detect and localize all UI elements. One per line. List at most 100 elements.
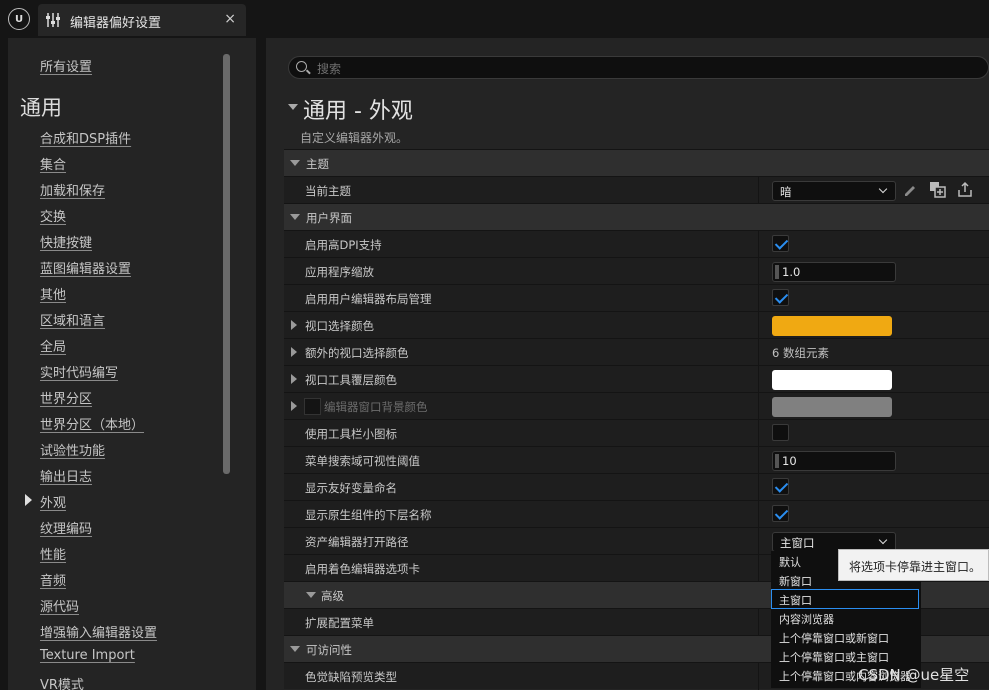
number-field[interactable]: 1.0 <box>772 262 896 282</box>
category-row[interactable]: 主题 <box>284 149 989 176</box>
export-icon[interactable] <box>956 181 974 199</box>
column-splitter[interactable] <box>758 339 759 366</box>
dropdown-option[interactable]: 默认 <box>779 554 801 570</box>
override-checkbox[interactable] <box>304 398 321 415</box>
number-value: 10 <box>782 454 797 468</box>
checkbox[interactable] <box>772 478 789 495</box>
sidebar-item[interactable]: 区域和语言 <box>40 310 105 329</box>
row-label: 启用用户编辑器布局管理 <box>305 292 432 306</box>
sidebar-item[interactable]: 蓝图编辑器设置 <box>40 258 131 277</box>
edit-pencil-icon[interactable] <box>902 183 920 201</box>
sidebar-item[interactable]: 加载和保存 <box>40 180 105 199</box>
row-label: 视口工具覆层颜色 <box>305 373 397 387</box>
sidebar-item[interactable]: 其他 <box>40 284 66 303</box>
color-swatch[interactable] <box>772 370 892 390</box>
sidebar-item[interactable]: 源代码 <box>40 596 79 615</box>
color-swatch[interactable] <box>772 316 892 336</box>
sidebar-item[interactable]: 性能 <box>40 544 66 563</box>
property-row[interactable]: 菜单搜索域可视性阈值 10 <box>284 446 989 474</box>
expand-icon[interactable] <box>291 320 297 330</box>
row-label: 当前主题 <box>305 184 351 198</box>
sidebar-item[interactable]: 全局 <box>40 336 66 355</box>
property-row[interactable]: 当前主题 暗 <box>284 176 989 204</box>
sidebar-item[interactable]: 输出日志 <box>40 466 92 485</box>
dropdown-option[interactable]: 上个停靠窗口或新窗口 <box>779 630 889 646</box>
sidebar-item[interactable]: 交换 <box>40 206 66 225</box>
checkbox[interactable] <box>772 289 789 306</box>
sidebar-item[interactable]: 外观 <box>40 492 66 511</box>
sidebar-item[interactable]: 世界分区 <box>40 388 92 407</box>
sidebar-item-all-settings[interactable]: 所有设置 <box>40 56 92 75</box>
property-row[interactable]: 启用高DPI支持 <box>284 230 989 258</box>
column-splitter[interactable] <box>758 258 759 285</box>
column-splitter[interactable] <box>758 501 759 528</box>
property-row[interactable]: 视口选择颜色 <box>284 311 989 339</box>
property-row[interactable]: 应用程序缩放 1.0 <box>284 257 989 285</box>
dropdown-option[interactable]: 主窗口 <box>779 592 812 608</box>
column-splitter[interactable] <box>758 447 759 474</box>
property-row[interactable]: 使用工具栏小图标 <box>284 419 989 447</box>
property-row[interactable]: 显示原生组件的下层名称 <box>284 500 989 528</box>
settings-sidebar: 所有设置 通用 合成和DSP插件 集合 加载和保存 交换 快捷按键 蓝图编辑器设置 其他 区域… <box>8 38 256 690</box>
collapse-icon[interactable] <box>290 160 300 166</box>
column-splitter[interactable] <box>758 474 759 501</box>
combo-box[interactable]: 暗 <box>772 181 896 201</box>
category-row[interactable]: 用户界面 <box>284 203 989 230</box>
column-splitter[interactable] <box>758 177 759 204</box>
unreal-logo-icon[interactable]: U <box>8 8 30 30</box>
sidebar-item[interactable]: 合成和DSP插件 <box>40 128 131 147</box>
row-label: 额外的视口选择颜色 <box>305 346 409 360</box>
collapse-icon[interactable] <box>306 592 316 598</box>
color-swatch[interactable] <box>772 397 892 417</box>
tab-editor-preferences[interactable]: 编辑器偏好设置 × <box>38 4 246 36</box>
number-field[interactable]: 10 <box>772 451 896 471</box>
column-splitter[interactable] <box>758 420 759 447</box>
value-cell <box>772 505 789 522</box>
slider-handle[interactable] <box>775 454 779 468</box>
sidebar-item[interactable]: 快捷按键 <box>40 232 92 251</box>
sidebar-item[interactable]: 增强输入编辑器设置 <box>40 622 157 641</box>
slider-handle[interactable] <box>775 265 779 279</box>
collapse-section-icon[interactable] <box>288 104 298 110</box>
checkbox[interactable] <box>772 505 789 522</box>
dropdown-option[interactable]: 内容浏览器 <box>779 611 834 627</box>
collapse-icon[interactable] <box>290 214 300 220</box>
expand-icon[interactable] <box>291 401 297 411</box>
sidebar-scrollbar[interactable] <box>223 54 230 474</box>
value-cell <box>772 370 892 390</box>
property-row[interactable]: 视口工具覆层颜色 <box>284 365 989 393</box>
column-splitter[interactable] <box>758 555 759 582</box>
search-input[interactable]: 搜索 <box>288 56 989 79</box>
column-splitter[interactable] <box>758 393 759 420</box>
column-splitter[interactable] <box>758 231 759 258</box>
sidebar-item[interactable]: 世界分区（本地） <box>40 414 144 433</box>
duplicate-icon[interactable] <box>929 181 947 199</box>
collapse-icon[interactable] <box>290 646 300 652</box>
close-icon[interactable]: × <box>224 11 236 27</box>
column-splitter[interactable] <box>758 366 759 393</box>
property-row[interactable]: 启用用户编辑器布局管理 <box>284 284 989 312</box>
combo-value: 主窗口 <box>780 536 815 550</box>
sidebar-item[interactable]: 实时代码编写 <box>40 362 118 381</box>
checkbox[interactable] <box>772 235 789 252</box>
sidebar-item[interactable]: 集合 <box>40 154 66 173</box>
sidebar-item[interactable]: 音频 <box>40 570 66 589</box>
sidebar-item[interactable]: 纹理编码 <box>40 518 92 537</box>
sidebar-item[interactable]: 试验性功能 <box>40 440 105 459</box>
row-label: 可访问性 <box>306 643 352 657</box>
property-row[interactable]: 显示友好变量命名 <box>284 473 989 501</box>
expand-icon[interactable] <box>291 347 297 357</box>
checkbox[interactable] <box>772 424 789 441</box>
property-row[interactable]: 编辑器窗口背景颜色 <box>284 392 989 420</box>
column-splitter[interactable] <box>758 528 759 555</box>
sidebar-item[interactable]: Texture Import <box>40 648 135 663</box>
column-splitter[interactable] <box>758 312 759 339</box>
column-splitter[interactable] <box>758 285 759 312</box>
column-splitter[interactable] <box>758 663 759 690</box>
sidebar-item[interactable]: VR模式 <box>40 674 84 690</box>
property-row[interactable]: 额外的视口选择颜色 6 数组元素 <box>284 338 989 366</box>
expand-icon[interactable] <box>291 374 297 384</box>
column-splitter[interactable] <box>758 609 759 636</box>
dropdown-option[interactable]: 新窗口 <box>779 573 812 589</box>
dropdown-option[interactable]: 上个停靠窗口或主窗口 <box>779 649 889 665</box>
